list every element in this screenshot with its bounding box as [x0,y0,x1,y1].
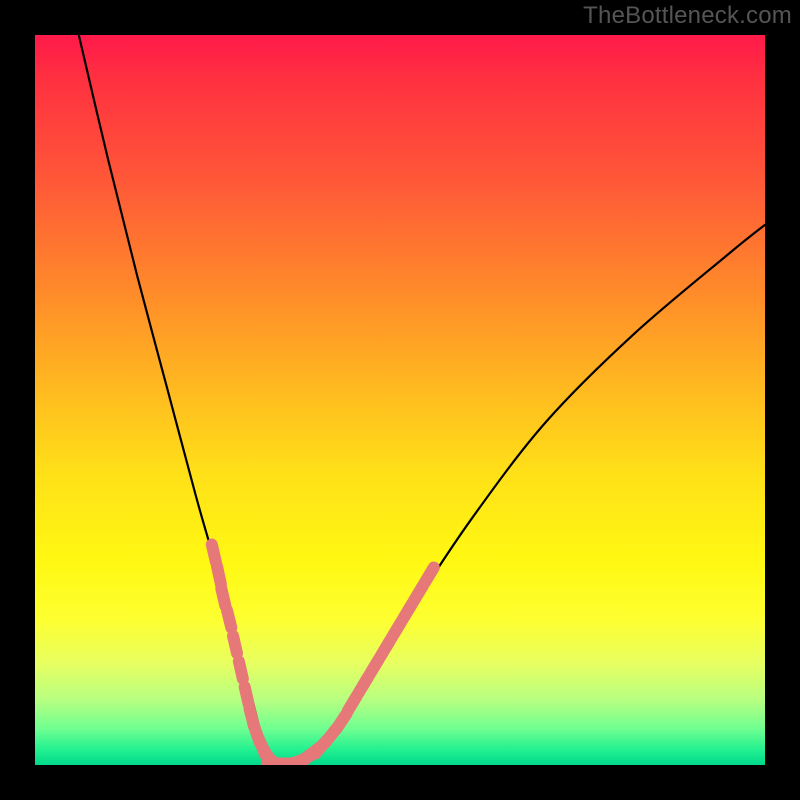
highlight-dot [212,545,216,563]
highlight-dot [239,661,243,679]
highlight-dots-right [315,567,434,753]
highlight-dot [227,610,231,627]
highlight-dots-left [212,545,281,765]
plot-area [35,35,765,765]
highlight-dot [245,687,249,705]
watermark-text: TheBottleneck.com [583,2,792,30]
chart-frame: TheBottleneck.com [0,0,800,800]
bottleneck-curve [79,35,765,765]
highlight-dot [233,636,237,654]
highlight-dot [425,567,434,582]
curve-layer [35,35,765,765]
highlight-dot [217,566,221,584]
highlight-dot [221,588,225,606]
